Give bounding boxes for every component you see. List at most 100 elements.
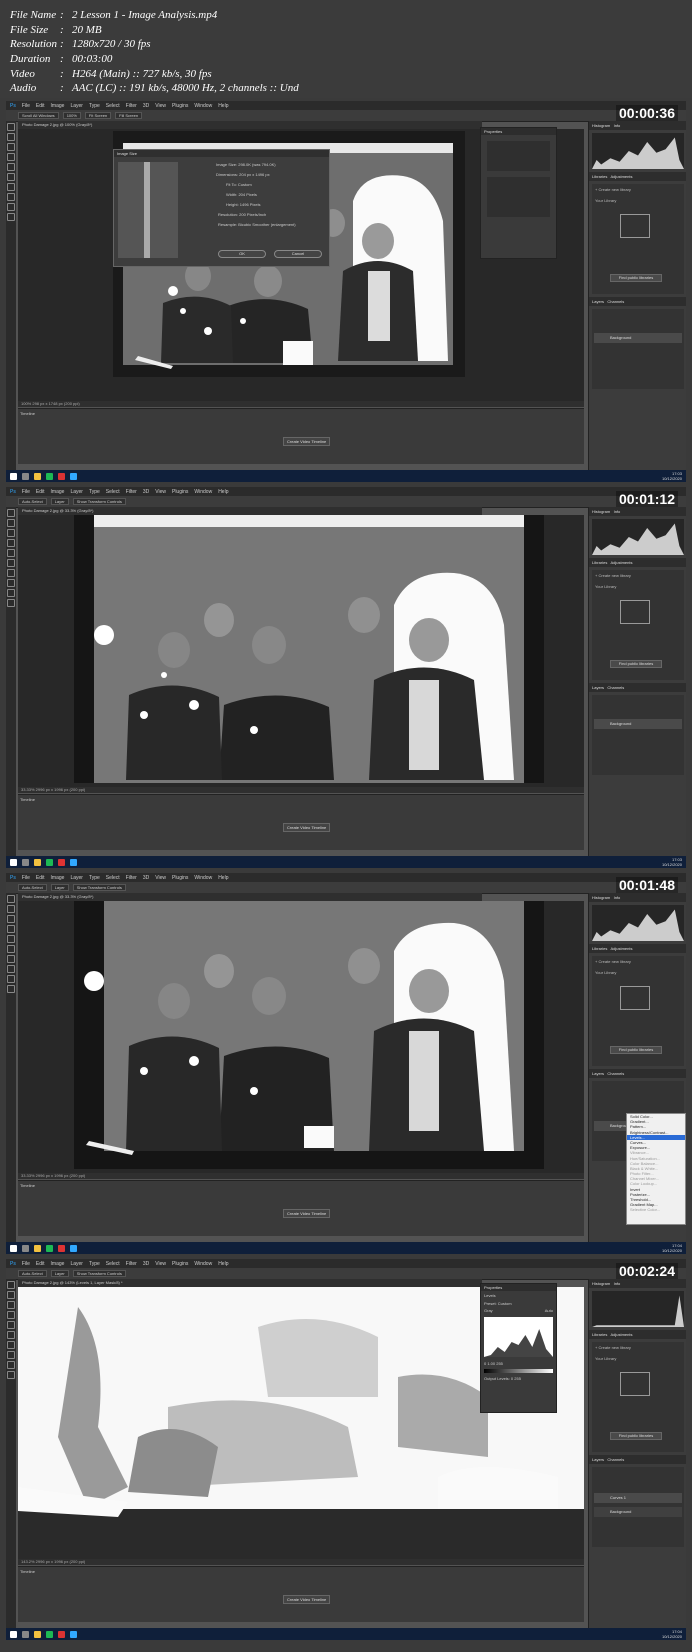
- create-library-link[interactable]: + Create new library: [592, 184, 684, 195]
- menu-select[interactable]: Select: [106, 1261, 120, 1267]
- lasso-tool-icon[interactable]: [7, 529, 15, 537]
- menu-plugins[interactable]: Plugins: [172, 875, 188, 881]
- preset-select[interactable]: Preset: Custom: [481, 1300, 556, 1307]
- menu-file[interactable]: File: [22, 1261, 30, 1267]
- tab-histogram[interactable]: Histogram: [592, 895, 610, 900]
- hand-tool-icon[interactable]: [7, 975, 15, 983]
- create-library-link[interactable]: + Create new library: [592, 570, 684, 581]
- menu-type[interactable]: Type: [89, 489, 100, 495]
- tab-info[interactable]: Info: [614, 1281, 621, 1286]
- menu-3d[interactable]: 3D: [143, 875, 149, 881]
- menu-filter[interactable]: Filter: [126, 875, 137, 881]
- auto-select-checkbox[interactable]: Auto-Select: [18, 884, 47, 891]
- tab-histogram[interactable]: Histogram: [592, 509, 610, 514]
- menu-layer[interactable]: Layer: [70, 489, 83, 495]
- marquee-tool-icon[interactable]: [7, 519, 15, 527]
- height-field[interactable]: Height: 1496 Pixels: [226, 202, 260, 207]
- tab-layers[interactable]: Layers: [592, 1457, 604, 1462]
- document-tab[interactable]: Photo Damage 2.jpg @ 143% (Levels 1, Lay…: [18, 1279, 482, 1287]
- tab-info[interactable]: Info: [614, 509, 621, 514]
- windows-start-icon[interactable]: [10, 858, 17, 866]
- menu-3d[interactable]: 3D: [143, 103, 149, 109]
- menu-edit[interactable]: Edit: [36, 103, 45, 109]
- resample-select[interactable]: Resample: Bicubic Smoother (enlargement): [218, 222, 296, 227]
- spotify-icon[interactable]: [46, 1244, 53, 1252]
- menu-window[interactable]: Window: [194, 489, 212, 495]
- menu-layer[interactable]: Layer: [70, 103, 83, 109]
- search-icon[interactable]: [22, 1244, 29, 1252]
- create-library-link[interactable]: + Create new library: [592, 1342, 684, 1353]
- tab-layers[interactable]: Layers: [592, 685, 604, 690]
- tab-layers[interactable]: Layers: [592, 1071, 604, 1076]
- menu-image[interactable]: Image: [51, 489, 65, 495]
- menu-3d[interactable]: 3D: [143, 489, 149, 495]
- marquee-tool-icon[interactable]: [7, 905, 15, 913]
- tab-channels[interactable]: Channels: [607, 1457, 624, 1462]
- ok-button[interactable]: OK: [218, 250, 266, 258]
- marquee-tool-icon[interactable]: [7, 133, 15, 141]
- menu-window[interactable]: Window: [194, 103, 212, 109]
- layer-select[interactable]: Layer: [50, 498, 69, 505]
- menu-select[interactable]: Select: [106, 103, 120, 109]
- eraser-tool-icon[interactable]: [7, 183, 15, 191]
- brush-tool-icon[interactable]: [7, 935, 15, 943]
- file-explorer-icon[interactable]: [34, 1244, 41, 1252]
- search-icon[interactable]: [22, 1630, 29, 1638]
- menu-help[interactable]: Help: [218, 1261, 228, 1267]
- channel-select[interactable]: Gray: [484, 1308, 493, 1313]
- lasso-tool-icon[interactable]: [7, 1301, 15, 1309]
- app-icon[interactable]: [58, 1244, 65, 1252]
- show-transform-controls-checkbox[interactable]: Show Transform Controls: [72, 498, 126, 505]
- menu-image[interactable]: Image: [51, 875, 65, 881]
- tab-histogram[interactable]: Histogram: [592, 1281, 610, 1286]
- find-public-libraries-button[interactable]: Find public libraries: [610, 1432, 662, 1440]
- file-explorer-icon[interactable]: [34, 1630, 41, 1638]
- crop-tool-icon[interactable]: [7, 153, 15, 161]
- menu-edit[interactable]: Edit: [36, 489, 45, 495]
- create-video-timeline-button[interactable]: Create Video Timeline: [283, 1209, 331, 1218]
- layer-select[interactable]: Layer: [50, 1270, 69, 1277]
- move-tool-icon[interactable]: [7, 1281, 15, 1289]
- auto-select-checkbox[interactable]: Auto-Select: [18, 1270, 47, 1277]
- type-tool-icon[interactable]: [7, 579, 15, 587]
- tab-info[interactable]: Info: [614, 123, 621, 128]
- menu-view[interactable]: View: [155, 489, 166, 495]
- tab-channels[interactable]: Channels: [607, 299, 624, 304]
- menu-filter[interactable]: Filter: [126, 489, 137, 495]
- spotify-icon[interactable]: [46, 858, 53, 866]
- fill-screen-button[interactable]: Fill Screen: [115, 112, 143, 119]
- brush-tool-icon[interactable]: [7, 549, 15, 557]
- fit-screen-button[interactable]: Fit Screen: [84, 112, 112, 119]
- menu-select[interactable]: Select: [106, 875, 120, 881]
- search-icon[interactable]: [22, 858, 29, 866]
- menu-type[interactable]: Type: [89, 103, 100, 109]
- menu-filter[interactable]: Filter: [126, 1261, 137, 1267]
- lasso-tool-icon[interactable]: [7, 143, 15, 151]
- menu-plugins[interactable]: Plugins: [172, 489, 188, 495]
- app-icon[interactable]: [58, 472, 65, 480]
- document-tab[interactable]: Photo Damage 2.jpg @ 100% (Gray/8*): [18, 121, 482, 129]
- menu-layer[interactable]: Layer: [70, 875, 83, 881]
- zoom-100-button[interactable]: 100%: [62, 112, 81, 119]
- tab-layers[interactable]: Layers: [592, 299, 604, 304]
- menu-select[interactable]: Select: [106, 489, 120, 495]
- fit-to-select[interactable]: Fit To: Custom: [226, 182, 252, 187]
- menu-edit[interactable]: Edit: [36, 875, 45, 881]
- menu-file[interactable]: File: [22, 489, 30, 495]
- type-tool-icon[interactable]: [7, 193, 15, 201]
- document-tab[interactable]: Photo Damage 2.jpg @ 33.3% (Gray/8*): [18, 893, 482, 901]
- auto-button[interactable]: Auto: [545, 1308, 553, 1313]
- hand-tool-icon[interactable]: [7, 589, 15, 597]
- find-public-libraries-button[interactable]: Find public libraries: [610, 660, 662, 668]
- tab-info[interactable]: Info: [614, 895, 621, 900]
- create-library-link[interactable]: + Create new library: [592, 956, 684, 967]
- eraser-tool-icon[interactable]: [7, 1341, 15, 1349]
- menu-window[interactable]: Window: [194, 1261, 212, 1267]
- layer-background[interactable]: Background: [594, 333, 682, 343]
- menu-help[interactable]: Help: [218, 875, 228, 881]
- menu-window[interactable]: Window: [194, 875, 212, 881]
- clone-tool-icon[interactable]: [7, 173, 15, 181]
- create-video-timeline-button[interactable]: Create Video Timeline: [283, 823, 331, 832]
- clone-tool-icon[interactable]: [7, 945, 15, 953]
- move-tool-icon[interactable]: [7, 895, 15, 903]
